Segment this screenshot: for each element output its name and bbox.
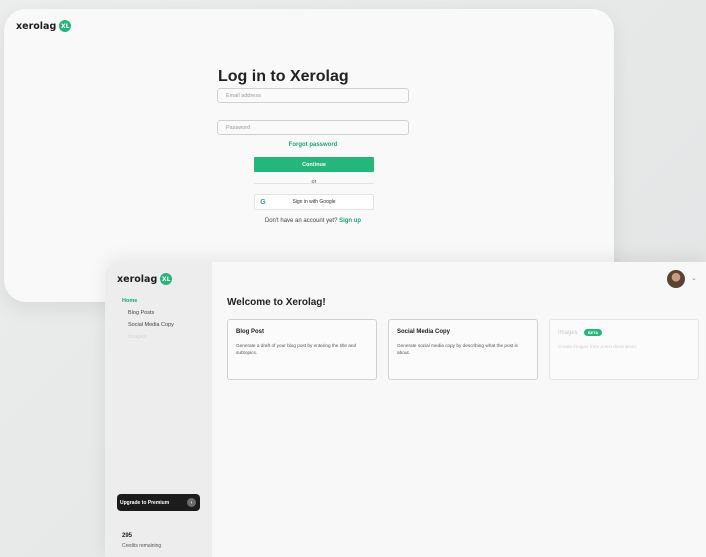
google-signin-button[interactable]: G Sign in with Google	[254, 194, 374, 210]
sidebar-item-blog-posts[interactable]: Blog Posts	[128, 310, 154, 316]
sidebar-brand-logo: xerolag XL	[117, 273, 173, 285]
email-field[interactable]: Email address	[217, 88, 409, 103]
avatar[interactable]	[667, 270, 685, 288]
login-title: Log in to Xerolag	[218, 68, 349, 85]
password-field[interactable]: Password	[217, 120, 409, 135]
sidebar-item-social-media-copy[interactable]: Social Media Copy	[128, 322, 174, 328]
chevron-down-icon[interactable]: ⌄	[691, 274, 697, 282]
card-description: Create images from a text description.	[558, 344, 638, 349]
brand-badge: XL	[59, 20, 72, 32]
card-description: Generate social media copy by describing…	[397, 343, 518, 355]
brand-name: xerolag	[16, 20, 57, 32]
upgrade-label: Upgrade to Premium	[120, 499, 170, 506]
sidebar-brand-name: xerolag	[117, 273, 158, 285]
card-title-row: Images BETA	[558, 329, 690, 336]
upgrade-arrow-icon: ›	[187, 498, 196, 507]
beta-badge: BETA	[583, 329, 603, 336]
continue-button[interactable]: Continue	[254, 157, 374, 172]
card-description: Generate a draft of your blog post by en…	[236, 343, 357, 355]
or-label: or	[311, 179, 317, 185]
no-account-text: Don't have an account yet?	[264, 218, 338, 224]
sidebar-item-images[interactable]: Images	[128, 334, 146, 340]
or-divider: or	[254, 179, 374, 187]
upgrade-premium-button[interactable]: Upgrade to Premium ›	[117, 494, 200, 511]
signup-link[interactable]: Sign up	[339, 218, 361, 224]
google-signin-label: Sign in with Google	[292, 199, 336, 205]
card-title: Images	[558, 329, 578, 336]
credits-label: Credits remaining	[122, 543, 162, 549]
password-placeholder: Password	[226, 124, 251, 131]
credits-count: 295	[122, 533, 133, 539]
sidebar-item-home[interactable]: Home	[122, 298, 137, 304]
sidebar: xerolag XL Home Blog Posts Social Media …	[105, 262, 212, 557]
sidebar-brand-badge: XL	[160, 273, 173, 285]
email-placeholder: Email address	[226, 92, 261, 99]
card-title: Social Media Copy	[397, 329, 451, 335]
signup-prompt: Don't have an account yet? Sign up	[217, 218, 409, 224]
brand-logo: xerolag XL	[16, 20, 72, 32]
welcome-heading: Welcome to Xerolag!	[227, 297, 326, 308]
blog-post-card[interactable]: Blog Post Generate a draft of your blog …	[227, 319, 377, 380]
google-icon: G	[260, 198, 266, 206]
main-panel: ⌄ Welcome to Xerolag! Blog Post Generate…	[212, 262, 706, 557]
login-window: xerolag XL Log in to Xerolag Email addre…	[4, 9, 614, 302]
card-title: Blog Post	[236, 329, 264, 335]
images-card[interactable]: Images BETA Create images from a text de…	[549, 319, 699, 380]
social-media-copy-card[interactable]: Social Media Copy Generate social media …	[388, 319, 538, 380]
forgot-password-link[interactable]: Forgot password	[217, 142, 409, 148]
app-window: xerolag XL Home Blog Posts Social Media …	[105, 262, 706, 557]
